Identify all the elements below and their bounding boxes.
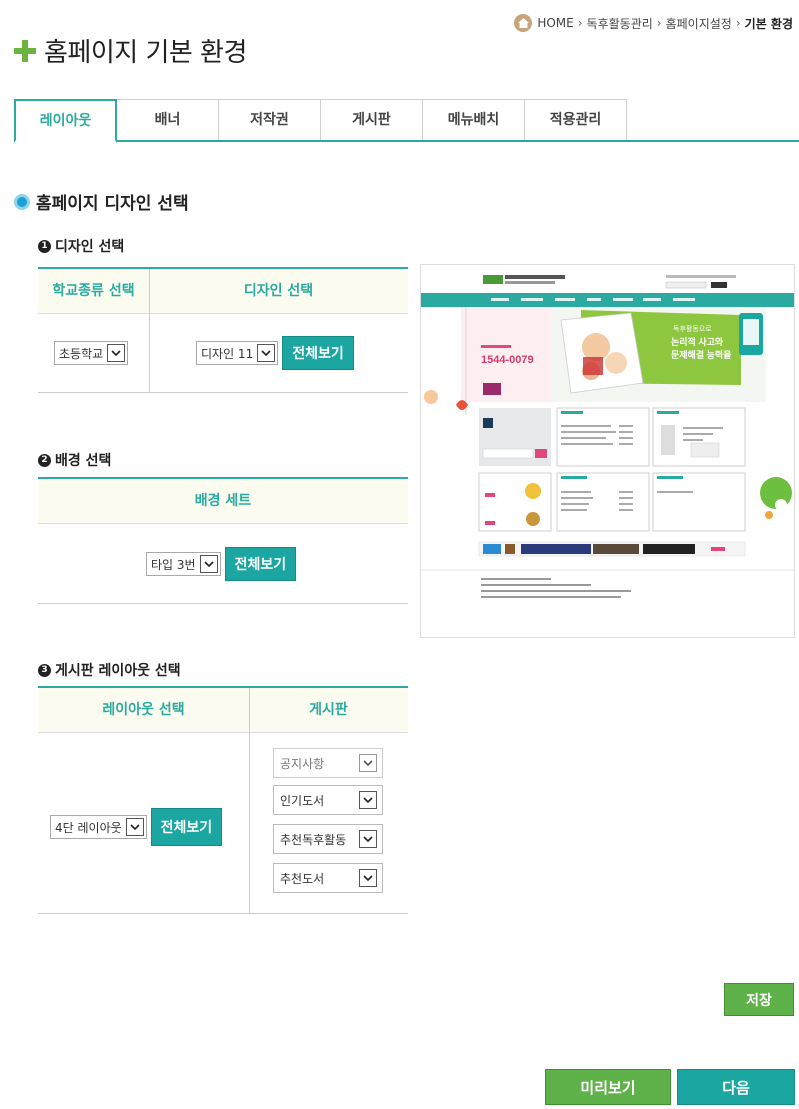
chevron-down-icon[interactable] — [359, 869, 377, 887]
chevron-down-icon[interactable] — [257, 344, 276, 362]
design-table: 학교종류 선택 디자인 선택 초등학교 디자인 11 전체보기 — [38, 267, 408, 393]
divider — [249, 688, 250, 914]
svg-text:독후활동으로: 독후활동으로 — [673, 324, 712, 333]
school-type-value: 초등학교 — [59, 346, 104, 361]
school-type-select-wrap: 초등학교 — [54, 341, 129, 365]
chevron-down-icon[interactable] — [359, 791, 377, 809]
design-preview-image: 1544-0079 독후활동으로 논리적 사고와 문제해결 능력을 — [420, 264, 795, 638]
chevron-down-icon[interactable] — [359, 754, 377, 772]
col-design: 디자인 선택 — [149, 269, 408, 314]
layout-select-wrap: 4단 레이아웃 전체보기 — [50, 808, 223, 846]
tab-bar: 레이아웃 배너 저작권 게시판 메뉴배치 적용관리 — [14, 99, 799, 143]
section-title: 홈페이지 디자인 선택 — [36, 194, 189, 214]
breadcrumb: HOME › 독후활동관리 › 홈페이지설정 › 기본 환경 — [514, 14, 793, 32]
board-select-recommended-activities[interactable]: 추천독후활동 — [273, 824, 383, 854]
layout-value: 4단 레이아웃 — [55, 820, 122, 835]
preview-button[interactable]: 미리보기 — [545, 1069, 671, 1105]
breadcrumb-home[interactable]: HOME — [537, 16, 573, 30]
breadcrumb-separator: › — [577, 16, 583, 30]
tab-banner[interactable]: 배너 — [116, 99, 219, 140]
home-icon[interactable] — [514, 14, 533, 32]
background-table: 배경 세트 타입 3번 전체보기 — [38, 477, 408, 604]
save-button[interactable]: 저장 — [724, 983, 794, 1016]
board-select-value: 추천독후활동 — [280, 832, 347, 847]
design-heading: 1 디자인 선택 — [38, 236, 124, 256]
background-heading: 2 배경 선택 — [38, 450, 111, 470]
bullet-circle-icon — [14, 193, 30, 210]
tab-layout[interactable]: 레이아웃 — [14, 99, 117, 143]
design-view-all-button[interactable]: 전체보기 — [282, 336, 354, 370]
tab-board[interactable]: 게시판 — [320, 99, 423, 140]
breadcrumb-item[interactable]: 홈페이지설정 — [666, 15, 732, 32]
background-set-select[interactable]: 타입 3번 — [146, 552, 221, 576]
svg-text:논리적 사고와: 논리적 사고와 — [671, 336, 724, 347]
tab-copyright[interactable]: 저작권 — [218, 99, 321, 140]
design-select[interactable]: 디자인 11 — [196, 341, 279, 365]
chevron-down-icon[interactable] — [199, 555, 218, 573]
svg-text:문제해결 능력을: 문제해결 능력을 — [671, 349, 731, 360]
page-title: 홈페이지 기본 환경 — [44, 38, 247, 68]
breadcrumb-current: 기본 환경 — [744, 16, 793, 31]
board-select-value: 추천도서 — [280, 871, 325, 886]
chevron-down-icon[interactable] — [125, 818, 144, 836]
tab-menu-layout[interactable]: 메뉴배치 — [422, 99, 525, 140]
board-layout-heading-label: 게시판 레이아웃 선택 — [55, 663, 181, 679]
section-heading: 홈페이지 디자인 선택 — [14, 189, 189, 214]
tab-apply-management[interactable]: 적용관리 — [524, 99, 627, 140]
breadcrumb-separator: › — [656, 16, 662, 30]
background-select-wrap: 타입 3번 전체보기 — [146, 547, 297, 581]
col-board: 게시판 — [249, 688, 408, 733]
layout-select[interactable]: 4단 레이아웃 — [50, 815, 147, 839]
col-school-type: 학교종류 선택 — [38, 269, 149, 314]
number-three-icon: 3 — [38, 663, 51, 677]
chevron-down-icon[interactable] — [359, 830, 377, 848]
board-select-value: 공지사항 — [280, 756, 325, 771]
number-two-icon: 2 — [38, 453, 51, 467]
board-layout-heading: 3 게시판 레이아웃 선택 — [38, 660, 181, 680]
board-select-popular-books[interactable]: 인기도서 — [273, 785, 383, 815]
col-background-set: 배경 세트 — [38, 479, 408, 524]
background-set-value: 타입 3번 — [151, 557, 196, 572]
svg-text:1544-0079: 1544-0079 — [481, 354, 534, 366]
board-select-notice[interactable]: 공지사항 — [273, 748, 383, 778]
breadcrumb-separator: › — [735, 16, 741, 30]
page-header: 홈페이지 기본 환경 — [14, 32, 247, 69]
layout-view-all-button[interactable]: 전체보기 — [150, 808, 223, 846]
col-layout-select: 레이아웃 선택 — [38, 688, 249, 733]
breadcrumb-item[interactable]: 독후활동관리 — [587, 15, 653, 32]
plus-icon — [14, 39, 36, 62]
board-select-recommended-books[interactable]: 추천도서 — [273, 863, 383, 893]
next-button[interactable]: 다음 — [677, 1069, 795, 1105]
chevron-down-icon[interactable] — [107, 344, 126, 362]
design-preview-graphic: 1544-0079 독후활동으로 논리적 사고와 문제해결 능력을 — [421, 275, 794, 598]
background-view-all-button[interactable]: 전체보기 — [224, 547, 297, 581]
school-type-select[interactable]: 초등학교 — [54, 341, 129, 365]
design-value: 디자인 11 — [201, 346, 254, 361]
design-heading-label: 디자인 선택 — [55, 239, 125, 255]
divider — [149, 269, 150, 393]
board-select-value: 인기도서 — [280, 793, 325, 808]
background-heading-label: 배경 선택 — [55, 453, 112, 469]
design-select-wrap: 디자인 11 전체보기 — [196, 336, 354, 370]
number-one-icon: 1 — [38, 239, 51, 253]
